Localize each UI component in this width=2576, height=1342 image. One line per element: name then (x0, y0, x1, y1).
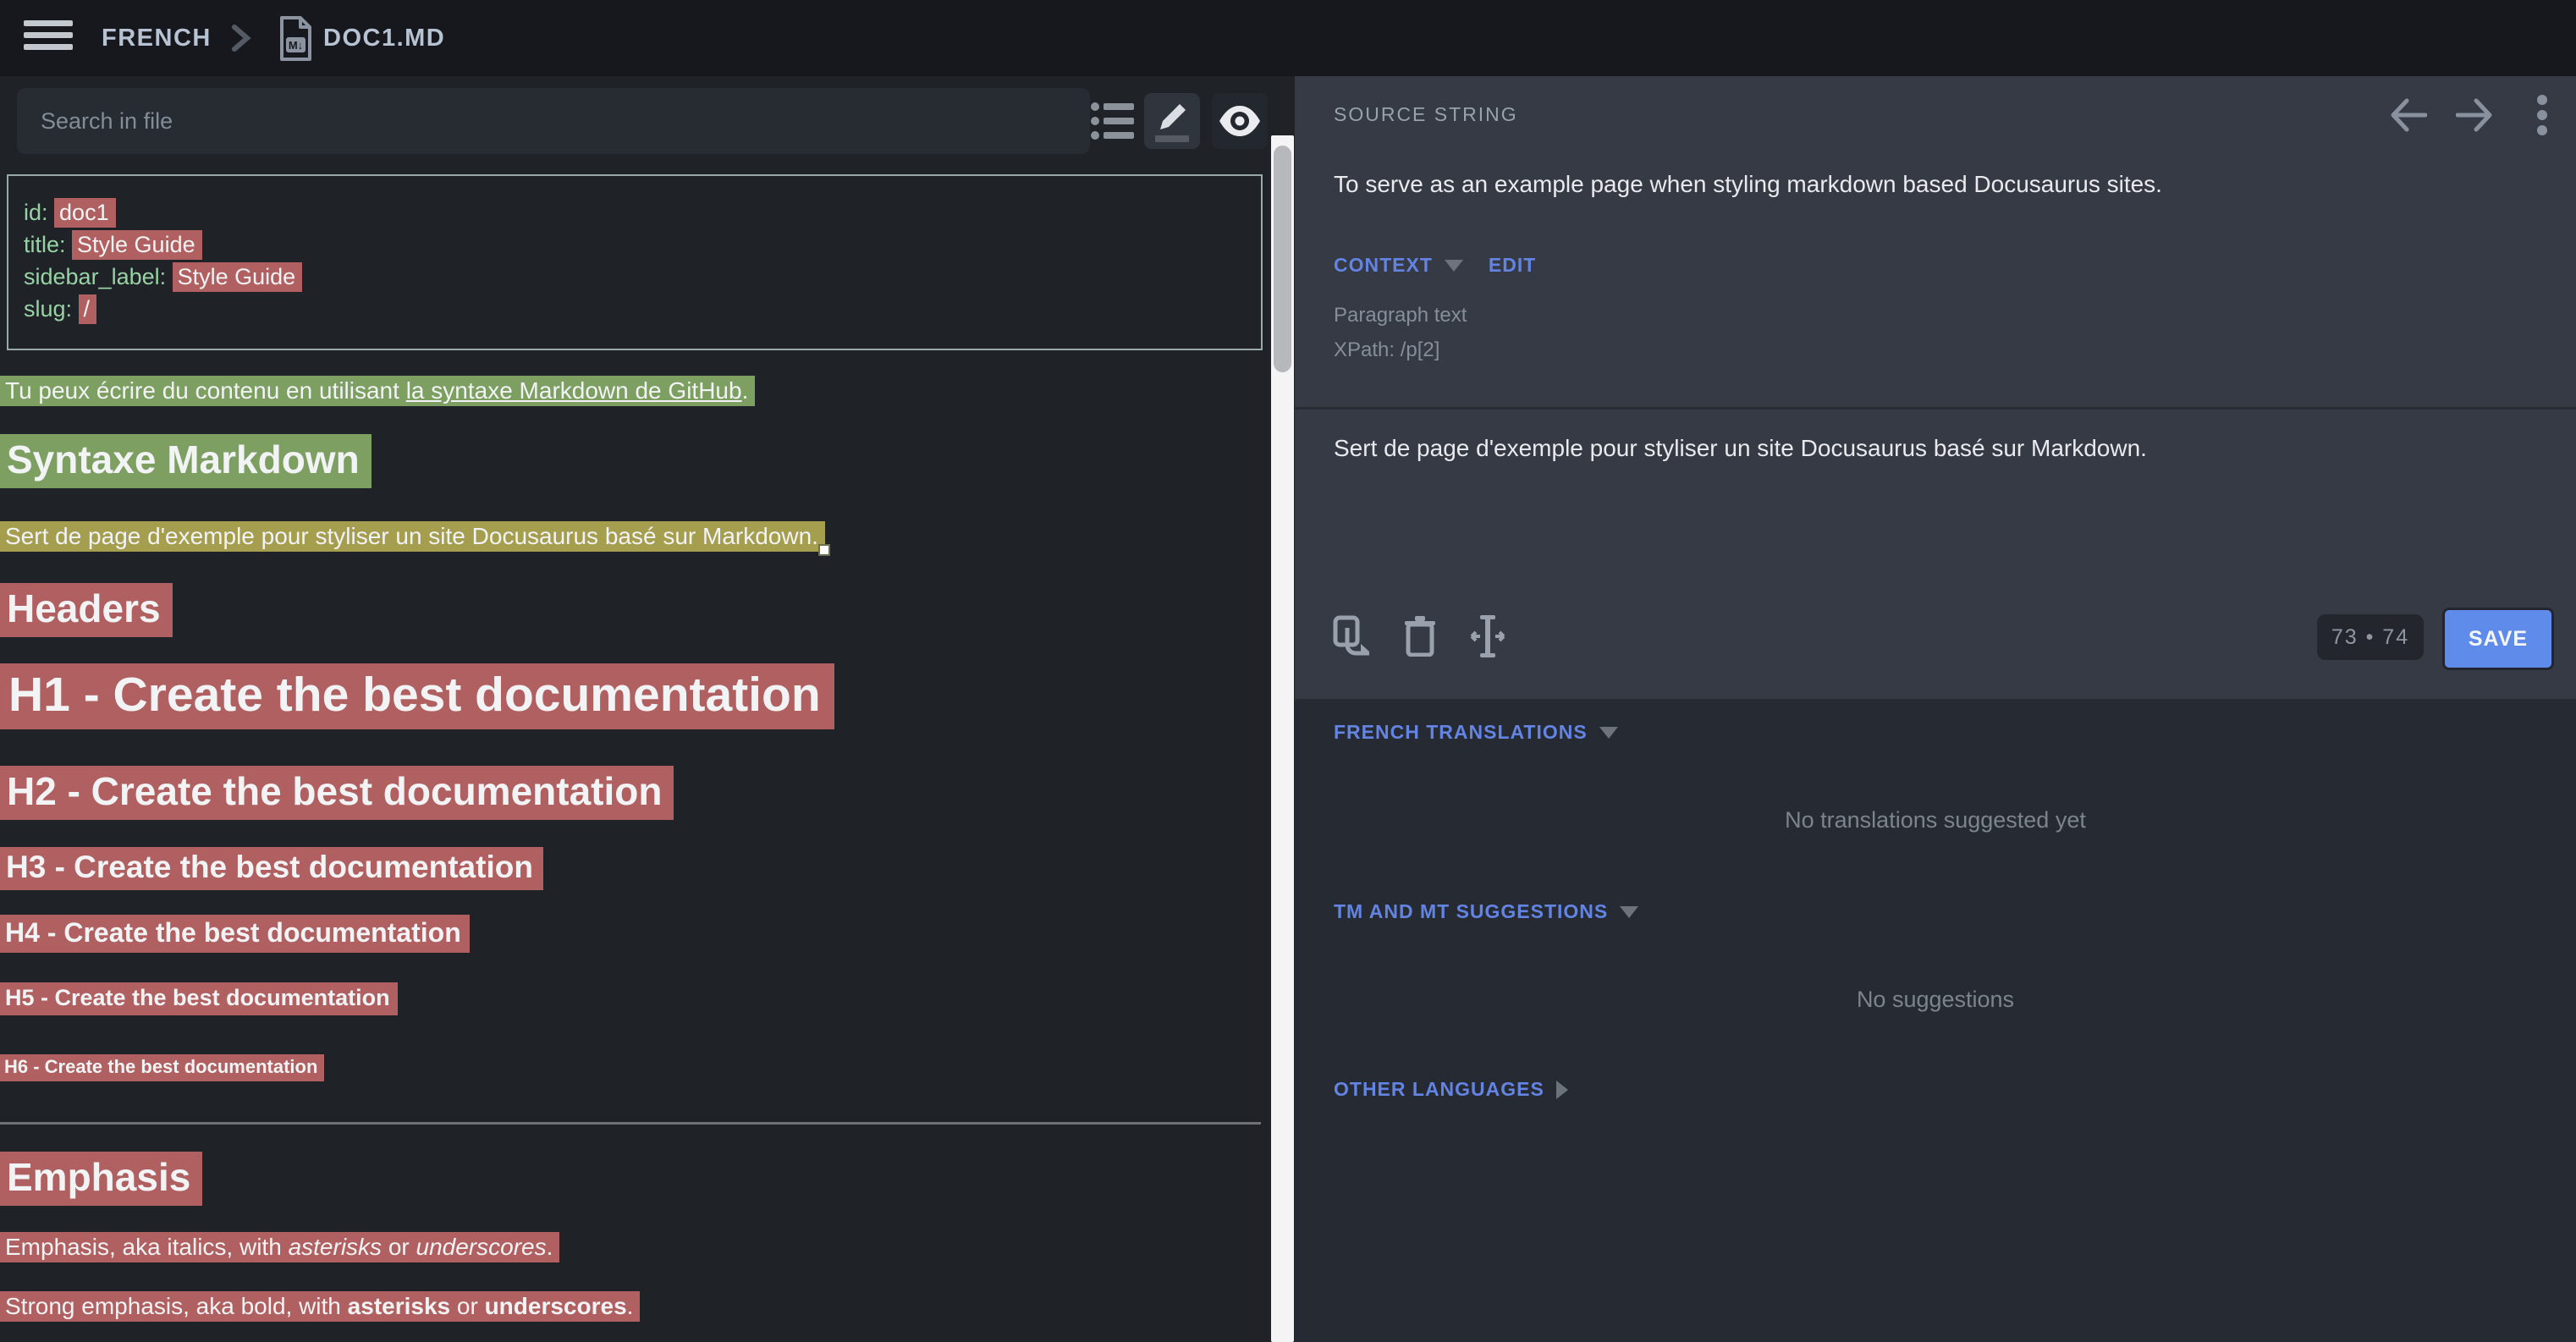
string-frontmatter-title[interactable]: Style Guide (72, 230, 202, 260)
paragraph-emphasis: Emphasis, aka italics, with asterisks or… (0, 1234, 559, 1261)
trash-icon (1405, 616, 1435, 657)
next-string-button[interactable] (2451, 91, 2498, 139)
save-button[interactable]: SAVE (2442, 608, 2554, 670)
character-counter: 73 • 74 (2317, 614, 2424, 660)
section-other-languages[interactable]: OTHER LANGUAGES (1334, 1078, 1568, 1101)
markdown-file-icon: M↓ (278, 15, 313, 63)
string-h2-headers[interactable]: Headers (0, 583, 173, 637)
heading-h4: H4 - Create the best documentation (0, 917, 470, 949)
copy-icon (1333, 615, 1372, 657)
frontmatter-block: id: doc1 title: Style Guide sidebar_labe… (7, 174, 1263, 350)
file-toolbar (0, 76, 1295, 174)
heading-h2: H2 - Create the best documentation (0, 768, 674, 814)
edit-context-link[interactable]: EDIT (1489, 254, 1536, 277)
breadcrumb-project[interactable]: FRENCH (102, 0, 212, 76)
document-scrollbar[interactable] (1271, 135, 1294, 1342)
frontmatter-line-title: title: Style Guide (24, 228, 1246, 261)
hamburger-menu-icon[interactable] (24, 20, 73, 56)
preview-mode-button[interactable] (1212, 93, 1268, 149)
translation-editor-panel: SOURCE STRING To serve as an example pag… (1295, 76, 2576, 699)
string-h3[interactable]: H3 - Create the best documentation (0, 847, 543, 890)
context-xpath: XPath: /p[2] (1334, 333, 1467, 367)
clear-translation-button[interactable] (1395, 611, 1445, 662)
editor-divider (1295, 407, 2576, 410)
heading-h5: H5 - Create the best documentation (0, 985, 398, 1011)
string-frontmatter-id[interactable]: doc1 (54, 198, 116, 228)
frontmatter-line-slug: slug: / (24, 293, 1246, 325)
string-intro[interactable]: Tu peux écrire du contenu en utilisant l… (0, 376, 755, 406)
context-dropdown[interactable]: CONTEXT (1334, 254, 1433, 277)
section-tm-mt-suggestions[interactable]: TM AND MT SUGGESTIONS (1334, 900, 1638, 923)
section-french-translations[interactable]: FRENCH TRANSLATIONS (1334, 721, 1618, 744)
frontmatter-line-sidebar: sidebar_label: Style Guide (24, 261, 1246, 293)
pencil-underline (1155, 135, 1189, 142)
heading-h6: H6 - Create the best documentation (0, 1056, 324, 1078)
arrow-left-icon (2390, 98, 2427, 132)
translation-input[interactable]: Sert de page d'exemple pour styliser un … (1334, 435, 2535, 604)
french-translations-label: FRENCH TRANSLATIONS (1334, 721, 1588, 744)
text-select-button[interactable] (1462, 611, 1513, 662)
paragraph-selected: Sert de page d'exemple pour styliser un … (0, 523, 825, 550)
string-frontmatter-slug[interactable]: / (79, 294, 97, 324)
tm-caret-icon (1620, 906, 1638, 918)
string-emphasis[interactable]: Emphasis, aka italics, with asterisks or… (0, 1232, 559, 1262)
suggestions-panel: FRENCH TRANSLATIONS No translations sugg… (1295, 699, 2576, 1342)
string-h2-emphasis[interactable]: Emphasis (0, 1152, 202, 1206)
arrow-right-icon (2456, 98, 2493, 132)
paragraph-strong: Strong emphasis, aka bold, with asterisk… (0, 1293, 640, 1320)
string-h4[interactable]: H4 - Create the best documentation (0, 915, 470, 953)
context-caret-icon[interactable] (1445, 260, 1463, 272)
tm-suggestions-label: TM AND MT SUGGESTIONS (1334, 900, 1608, 923)
string-h5[interactable]: H5 - Create the best documentation (0, 982, 398, 1015)
heading-emphasis: Emphasis (0, 1154, 202, 1200)
previous-string-button[interactable] (2385, 91, 2432, 139)
translate-mode-button[interactable] (1144, 93, 1200, 149)
tm-empty-state: No suggestions (1295, 987, 2576, 1013)
copy-source-button[interactable] (1327, 611, 1378, 662)
heading-h1: H1 - Create the best documentation (0, 667, 834, 723)
string-list-button[interactable] (1085, 93, 1141, 149)
translations-caret-icon (1599, 727, 1618, 739)
string-h6[interactable]: H6 - Create the best documentation (0, 1054, 324, 1081)
top-bar: FRENCH M↓ DOC1.MD (0, 0, 2576, 76)
eye-icon (1218, 106, 1262, 136)
horizontal-rule (0, 1122, 1261, 1125)
source-string-label: SOURCE STRING (1334, 103, 1518, 126)
translations-empty-state: No translations suggested yet (1295, 807, 2576, 833)
list-icon (1091, 101, 1135, 141)
context-type: Paragraph text (1334, 298, 1467, 333)
markdown-badge: M↓ (289, 39, 303, 52)
github-markdown-link[interactable]: la syntaxe Markdown de GitHub (406, 377, 742, 404)
heading-headers: Headers (0, 586, 173, 631)
scrollbar-thumb[interactable] (1274, 146, 1291, 372)
string-h2[interactable]: H2 - Create the best documentation (0, 766, 674, 820)
source-string-text: To serve as an example page when styling… (1334, 171, 2162, 198)
breadcrumb-file[interactable]: DOC1.MD (323, 0, 445, 76)
pencil-icon (1155, 101, 1189, 135)
context-meta: Paragraph text XPath: /p[2] (1334, 298, 1467, 367)
breadcrumb-chevron-icon (230, 24, 252, 52)
other-languages-caret-icon (1556, 1081, 1568, 1099)
other-languages-label: OTHER LANGUAGES (1334, 1078, 1544, 1101)
string-h2-syntaxe[interactable]: Syntaxe Markdown (0, 434, 372, 488)
string-frontmatter-sidebar-label[interactable]: Style Guide (173, 262, 303, 292)
string-strong[interactable]: Strong emphasis, aka bold, with asterisk… (0, 1291, 640, 1322)
document-preview: id: doc1 title: Style Guide sidebar_labe… (0, 174, 1271, 1342)
search-input[interactable] (17, 88, 1090, 154)
string-options-button[interactable] (2518, 91, 2566, 139)
selection-handle[interactable] (818, 544, 830, 556)
frontmatter-line-id: id: doc1 (24, 196, 1246, 228)
heading-syntaxe-markdown: Syntaxe Markdown (0, 437, 372, 482)
string-selected[interactable]: Sert de page d'exemple pour styliser un … (0, 521, 825, 552)
heading-h3: H3 - Create the best documentation (0, 850, 543, 885)
paragraph-intro: Tu peux écrire du contenu en utilisant l… (0, 377, 755, 404)
kebab-menu-icon (2537, 95, 2547, 135)
text-cursor-icon (1470, 615, 1505, 657)
string-h1[interactable]: H1 - Create the best documentation (0, 663, 834, 729)
